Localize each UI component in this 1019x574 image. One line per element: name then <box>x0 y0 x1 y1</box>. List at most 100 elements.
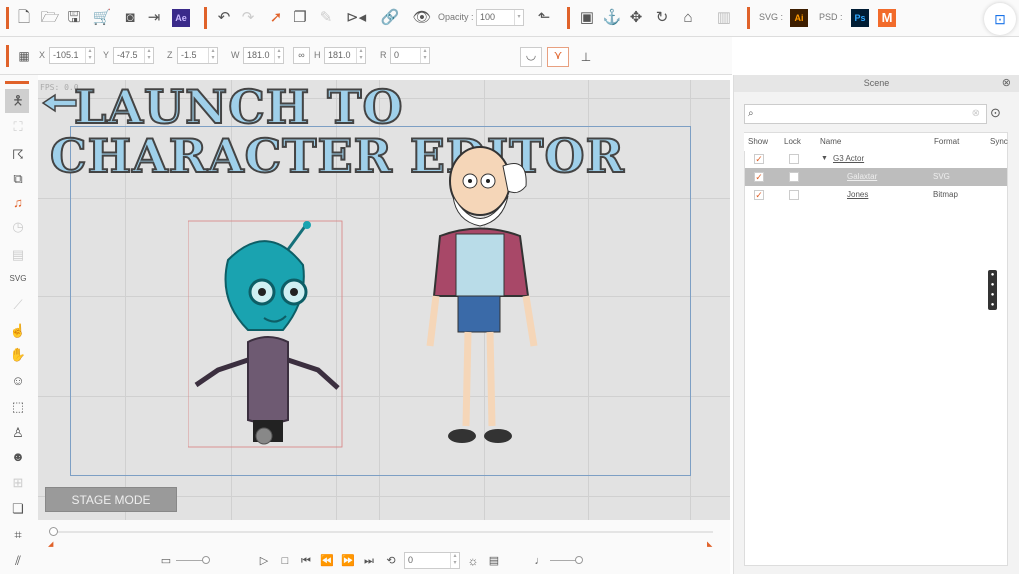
start-marker[interactable]: ◢ <box>48 540 53 548</box>
stage-mode-button[interactable]: STAGE MODE <box>45 487 177 512</box>
y-input[interactable]: -47.5 ▴ ▾ <box>113 47 154 64</box>
speed-slider-handle[interactable] <box>202 556 210 564</box>
row-name[interactable]: Jones <box>847 186 868 204</box>
redo-icon[interactable]: ↷ <box>238 8 258 28</box>
transform-icon[interactable]: ⌗ <box>8 525 28 545</box>
screen-capture-icon[interactable]: ⊡ <box>984 3 1016 35</box>
head-icon[interactable]: ☻ <box>8 447 28 467</box>
opacity-input[interactable]: 100 ▾ <box>476 9 524 26</box>
open-folder-icon[interactable]: 🗁 <box>40 8 60 28</box>
character-editor-icon[interactable]: 🯅 <box>8 91 28 111</box>
reset-pivot-icon[interactable]: ⬑ <box>534 8 554 28</box>
column-format[interactable]: Format <box>934 133 959 151</box>
tree-row-galaxtar[interactable]: ✓ Galaxtar SVG <box>745 168 1007 186</box>
lock-checkbox[interactable] <box>789 172 799 182</box>
home-icon[interactable]: ⌂ <box>678 8 698 28</box>
h-stepper[interactable]: ▴ ▾ <box>356 48 365 63</box>
flip-icon[interactable]: ⊳◂ <box>346 8 366 28</box>
cart-icon[interactable]: 🛒 <box>92 8 112 28</box>
column-name[interactable]: Name <box>820 133 841 151</box>
stage-canvas[interactable]: FPS: 0.0, LAUNCH TO CHARACTER EDITOR STA… <box>38 80 730 520</box>
stop-icon[interactable]: □ <box>275 551 295 571</box>
anchor-icon[interactable]: ⚓ <box>602 8 622 28</box>
visibility-eye-icon[interactable]: 👁 <box>412 8 432 28</box>
sprite-icon[interactable]: ⛶ <box>8 117 28 137</box>
lock-ratio-icon[interactable]: ∞ <box>293 47 310 64</box>
preview-icon[interactable]: ◙ <box>120 8 140 28</box>
reset-rotation-icon[interactable]: ⊥ <box>576 47 596 67</box>
m-app-button[interactable]: M <box>878 9 896 27</box>
volume-slider-handle[interactable] <box>575 556 583 564</box>
w-stepper[interactable]: ▴ ▾ <box>274 48 283 63</box>
duplicate-icon[interactable]: ❐ <box>290 8 310 28</box>
bone-icon[interactable]: ⟋ <box>8 295 28 315</box>
z-input[interactable]: -1.5 ▴ ▾ <box>177 47 218 64</box>
loop-icon[interactable]: ⟲ <box>381 551 401 571</box>
gesture-icon[interactable]: ✋ <box>8 345 28 365</box>
settings-sun-icon[interactable]: ☼ <box>463 551 483 571</box>
w-input[interactable]: 181.0 ▴ ▾ <box>243 47 284 64</box>
move-icon[interactable]: ✥ <box>626 8 646 28</box>
hand-icon[interactable]: ☝ <box>8 321 28 341</box>
x-stepper[interactable]: ▴ ▾ <box>85 48 94 63</box>
link-icon[interactable]: 🔗 <box>380 8 400 28</box>
rotate-icon[interactable]: ↻ <box>652 8 672 28</box>
galaxtar-character[interactable] <box>188 220 344 450</box>
export-icon[interactable]: ⇥ <box>144 8 164 28</box>
align-icon[interactable]: ▥ <box>714 8 734 28</box>
clock-icon[interactable]: ◷ <box>8 217 28 237</box>
clear-search-icon[interactable]: ⊗ <box>972 108 980 119</box>
chevron-down-icon[interactable]: ▾ <box>514 10 523 25</box>
next-frame-icon[interactable]: ⏩ <box>338 551 358 571</box>
linear-curve-icon[interactable]: ⋎ <box>547 47 569 67</box>
face-icon[interactable]: ☺ <box>8 371 28 391</box>
play-icon[interactable]: ▷ <box>254 551 274 571</box>
new-file-icon[interactable]: 🗋 <box>14 8 34 28</box>
r-stepper[interactable]: ▴ ▾ <box>420 48 429 63</box>
playhead-handle[interactable] <box>49 527 58 536</box>
stack-icon[interactable]: ❏ <box>8 499 28 519</box>
column-lock[interactable]: Lock <box>784 133 801 151</box>
first-frame-icon[interactable]: ⏮ <box>296 551 316 571</box>
scene-search-input[interactable]: ⌕ ⊗ <box>744 104 987 124</box>
paint-icon[interactable]: ✎ <box>316 8 336 28</box>
frame-stepper[interactable]: ▴ ▾ <box>450 553 459 568</box>
row-name[interactable]: G3 Actor <box>833 150 864 168</box>
audio-icon[interactable]: ♫ <box>8 193 28 213</box>
layers-icon[interactable]: ▤ <box>8 245 28 265</box>
show-checkbox[interactable]: ✓ <box>754 172 764 182</box>
ruler-icon[interactable]: ⫽ <box>8 551 28 571</box>
lock-checkbox[interactable] <box>789 154 799 164</box>
expand-triangle-icon[interactable]: ▼ <box>821 150 828 168</box>
row-name[interactable]: Galaxtar <box>847 168 877 186</box>
floating-toolbar-handle[interactable]: ● ● ● ● <box>988 270 997 310</box>
grid-icon[interactable]: ⊞ <box>8 473 28 493</box>
column-show[interactable]: Show <box>748 133 768 151</box>
undo-icon[interactable]: ↶ <box>214 8 234 28</box>
last-frame-icon[interactable]: ⏭ <box>359 551 379 571</box>
animation-icon[interactable]: ☈ <box>8 145 28 165</box>
tree-row-jones[interactable]: ✓ Jones Bitmap <box>745 186 1007 204</box>
music-note-icon[interactable]: ♩ <box>530 551 550 571</box>
jones-character[interactable] <box>418 146 548 456</box>
x-input[interactable]: -105.1 ▴ ▾ <box>49 47 95 64</box>
r-input[interactable]: 0 ▴ ▾ <box>390 47 430 64</box>
filter-dropdown-icon[interactable]: ⊙ <box>990 105 1001 121</box>
show-checkbox[interactable]: ✓ <box>754 154 764 164</box>
illustrator-button[interactable]: Ai <box>790 9 808 27</box>
z-stepper[interactable]: ▴ ▾ <box>208 48 217 63</box>
save-icon[interactable]: 🖫 <box>64 8 84 28</box>
prev-frame-icon[interactable]: ⏪ <box>317 551 337 571</box>
h-input[interactable]: 181.0 ▴ ▾ <box>324 47 366 64</box>
anchor-grid-icon[interactable]: ▦ <box>14 46 34 66</box>
tree-row-g3-actor[interactable]: ✓ ▼ G3 Actor <box>745 150 1007 168</box>
frame-input[interactable]: 0 ▴ ▾ <box>404 552 460 569</box>
panel-icon[interactable]: ▤ <box>484 551 504 571</box>
camera-icon[interactable]: ▣ <box>577 8 597 28</box>
end-marker[interactable]: ◣ <box>707 540 712 548</box>
y-stepper[interactable]: ▴ ▾ <box>144 48 153 63</box>
speed-slider[interactable] <box>176 560 204 561</box>
select-arrow-icon[interactable]: ➚ <box>266 8 286 28</box>
lock-checkbox[interactable] <box>789 190 799 200</box>
svg-icon[interactable]: SVG <box>8 269 28 289</box>
